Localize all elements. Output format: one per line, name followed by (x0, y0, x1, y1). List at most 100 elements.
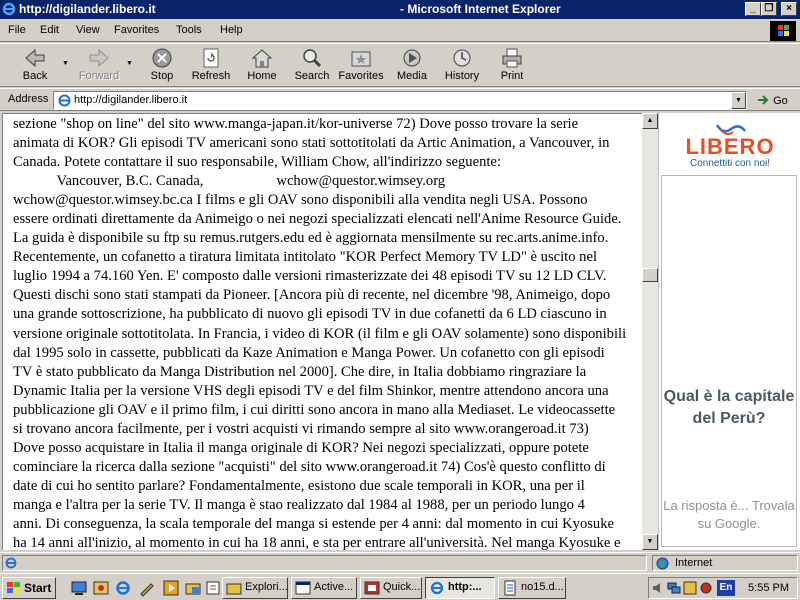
task-document-label: no15.d... (521, 581, 564, 593)
libero-logo[interactable]: LIBERO Connettiti con noi! (667, 119, 793, 175)
article-line: manga e l'altra per la serie TV. Il mang… (13, 496, 585, 513)
title-bar: http://digilander.libero.it - Microsoft … (0, 0, 800, 19)
go-arrow-icon (758, 95, 769, 105)
task-document[interactable]: no15.d... (498, 577, 566, 599)
window-url-title: http://digilander.libero.it (2, 2, 156, 16)
history-button[interactable]: History (439, 47, 485, 85)
task-explorer-label: Explori... (245, 581, 288, 593)
article-line: Recentemente, un cofanetto a tiratura li… (13, 249, 598, 266)
scroll-up-icon: ▲ (646, 117, 654, 124)
favorites-button[interactable]: Favorites (338, 47, 384, 85)
article-line: Canada. Potete contattare il suo respons… (13, 154, 501, 171)
forward-button[interactable]: Forward (76, 47, 122, 85)
vertical-scrollbar[interactable]: ▲ ▼ (642, 113, 658, 550)
quick-launch-outlook-icon[interactable] (92, 579, 110, 597)
article-line: Vancouver, B.C. Canada, wchow@questor.wi… (13, 173, 446, 190)
language-indicator-icon[interactable]: En (717, 580, 735, 596)
print-button[interactable]: Print (489, 47, 535, 85)
menu-favorites[interactable]: Favorites (114, 24, 159, 36)
restore-icon: ❐ (764, 3, 774, 14)
restore-button[interactable]: ❐ (761, 2, 777, 16)
libero-wave-icon (715, 124, 746, 136)
task-active[interactable]: Active... (291, 577, 357, 599)
task-quick[interactable]: Quick... (360, 577, 422, 599)
clock: 5:55 PM (748, 582, 789, 594)
article-line: essere ordinati direttamente da Animeigo… (13, 211, 622, 228)
quick-launch-folder-icon[interactable] (184, 579, 202, 597)
refresh-icon (203, 48, 219, 68)
close-button[interactable]: × (781, 2, 797, 16)
media-button[interactable]: Media (389, 47, 435, 85)
forward-arrow-icon (89, 48, 109, 68)
refresh-label: Refresh (191, 70, 231, 82)
search-label: Search (294, 70, 330, 82)
menu-edit[interactable]: Edit (40, 24, 59, 36)
menu-help[interactable]: Help (220, 24, 243, 36)
quick-launch-media-icon[interactable] (162, 579, 180, 597)
close-icon: × (786, 3, 792, 14)
back-label: Back (22, 70, 48, 82)
address-bar: Address http://digilander.libero.it ▼ Go (0, 88, 800, 111)
minimize-button[interactable]: _ (745, 2, 761, 16)
go-button[interactable]: Go (756, 93, 788, 107)
start-button[interactable]: Start (2, 577, 56, 599)
article-line: wchow@questor.wimsey.bc.ca I films e gli… (13, 192, 588, 209)
scroll-up-button[interactable]: ▲ (642, 113, 658, 129)
search-icon (303, 49, 322, 68)
home-icon (251, 49, 273, 68)
task-ie-window[interactable]: http:... (425, 577, 495, 599)
page-status-icon (5, 557, 17, 569)
article-line: Questi dischi sono stati stampati da Pio… (13, 287, 611, 304)
search-button[interactable]: Search (289, 47, 335, 85)
ad-answer: La risposta è... Trovala su Google. (663, 498, 795, 531)
stop-label: Stop (150, 70, 174, 82)
quick-launch-ie-icon[interactable] (114, 579, 132, 597)
forward-label: Forward (78, 70, 120, 82)
network-icon[interactable] (667, 581, 681, 595)
scroll-down-button[interactable]: ▼ (642, 534, 658, 550)
tray-app-icon[interactable] (683, 581, 697, 595)
sidebar-ad-panel: LIBERO Connettiti con noi! Qual è la cap… (658, 113, 800, 550)
go-label: Go (773, 95, 788, 107)
favorites-label: Favorites (338, 70, 384, 82)
menu-view[interactable]: View (76, 24, 100, 36)
quick-launch-tool-icon[interactable] (138, 579, 156, 597)
volume-icon[interactable] (651, 581, 665, 595)
article-text: sezione "shop on line" del sito www.mang… (13, 115, 637, 550)
article-line: anni. Di conseguenza, la scala temporale… (13, 515, 614, 532)
article-line: TV è stato pubblicato da Manga Distribut… (13, 363, 587, 380)
article-line: pubblicazione gli OAV e il primo film, i… (13, 401, 616, 418)
back-button[interactable]: Back (12, 47, 58, 85)
windows-flag-icon (7, 582, 20, 593)
tray-tool-icon[interactable] (699, 581, 713, 595)
windows-logo-icon (778, 25, 789, 36)
task-explorer[interactable]: Explori... (222, 577, 288, 599)
home-label: Home (247, 70, 277, 82)
home-button[interactable]: Home (239, 47, 285, 85)
forward-dropdown-icon[interactable]: ▼ (126, 60, 133, 67)
address-url[interactable]: http://digilander.libero.it (74, 94, 187, 106)
task-quick-label: Quick... (383, 581, 421, 593)
quick-launch-app-icon[interactable] (204, 579, 222, 597)
address-dropdown-button[interactable]: ▼ (731, 92, 746, 109)
quick-launch-desktop-icon[interactable] (70, 579, 88, 597)
refresh-button[interactable]: Refresh (188, 47, 234, 85)
windows-throbber (770, 21, 796, 41)
menu-file[interactable]: File (8, 24, 26, 36)
back-arrow-icon (25, 48, 45, 68)
back-dropdown-icon[interactable]: ▼ (62, 60, 69, 67)
window-app-title: Microsoft Internet Explorer (407, 2, 561, 16)
scroll-thumb[interactable] (642, 268, 658, 282)
explorer-folder-icon (226, 583, 242, 595)
task-ie-label: http:... (448, 581, 482, 593)
address-field[interactable]: http://digilander.libero.it ▼ (53, 91, 747, 110)
print-label: Print (500, 70, 524, 82)
article-line: dal 1995 solo in cassette, pubblicati da… (13, 344, 605, 361)
menu-tools[interactable]: Tools (176, 24, 202, 36)
article-line: animata di KOR? Gli episodi TV americani… (13, 135, 610, 152)
ad-banner[interactable]: Qual è la capitale del Perù? La risposta… (661, 175, 797, 547)
libero-logo-text: LIBERO (685, 134, 775, 159)
document-icon (504, 580, 516, 596)
stop-button[interactable]: Stop (139, 47, 185, 85)
media-label: Media (397, 70, 427, 82)
